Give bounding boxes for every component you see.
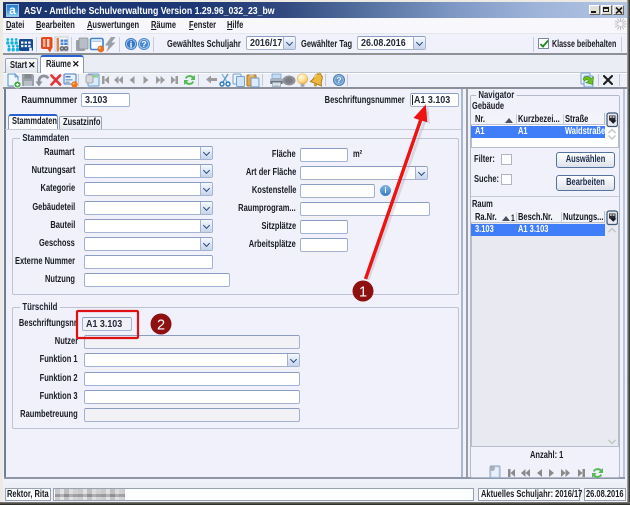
svg-text:2: 2 [157, 318, 165, 334]
svg-text:?: ? [336, 75, 341, 85]
svg-text:?: ? [141, 39, 146, 49]
svg-text:1: 1 [359, 285, 367, 301]
